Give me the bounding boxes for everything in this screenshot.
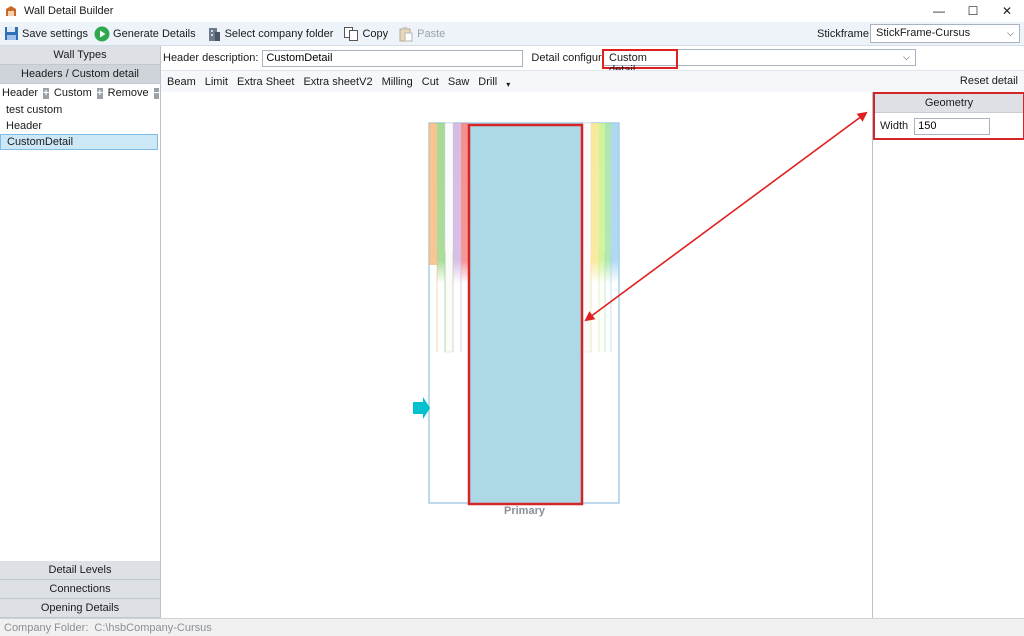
menu-item-extra-sheetv2[interactable]: Extra sheetV2 [303, 76, 372, 88]
layer-sheet [437, 123, 445, 352]
side-arrow-icon[interactable] [413, 397, 430, 419]
list-item[interactable]: test custom [0, 102, 160, 118]
menu-item-saw[interactable]: Saw [448, 76, 469, 88]
detail-levels-header[interactable]: Detail Levels [0, 561, 160, 580]
building-icon [206, 26, 222, 42]
connections-header[interactable]: Connections [0, 580, 160, 599]
remove-label: Remove [107, 87, 149, 99]
list-item-selected[interactable]: CustomDetail [0, 134, 158, 150]
layer-sheet [461, 123, 468, 352]
width-row: Width [875, 113, 1023, 139]
list-item-label: Header [6, 120, 43, 132]
layer-sheet [605, 123, 611, 352]
detail-configuration-value: Custom detail [602, 49, 678, 76]
menu-item-cut[interactable]: Cut [422, 76, 439, 88]
company-folder-path: C:\hsbCompany-Cursus [94, 621, 212, 634]
play-icon [94, 26, 110, 42]
close-button[interactable]: ✕ [990, 0, 1024, 22]
maximize-button[interactable]: ☐ [956, 0, 990, 22]
generate-details-label: Generate Details [113, 27, 196, 40]
header-label: Header [2, 87, 39, 99]
layer-sheet [453, 123, 461, 352]
company-folder-label: Company Folder: [4, 621, 89, 634]
list-item-label: CustomDetail [7, 136, 74, 148]
width-label: Width [880, 120, 909, 132]
header-config-row: Header description: Detail configuration… [161, 46, 1024, 76]
detail-menu-bar: Beam Limit Extra Sheet Extra sheetV2 Mil… [161, 70, 1024, 92]
layer-sheet [429, 123, 437, 352]
layer-sheet [444, 122, 454, 353]
floppy-disk-icon [3, 26, 19, 42]
copy-icon [343, 26, 359, 42]
paste-label: Paste [417, 27, 446, 40]
copy-label: Copy [362, 27, 389, 40]
menu-item-milling[interactable]: Milling [382, 76, 413, 88]
headers-custom-detail-header[interactable]: Headers / Custom detail [0, 65, 160, 84]
add-header-plus-icon[interactable]: + [43, 87, 49, 99]
stickframe-dropdown[interactable]: StickFrame-Cursus ⌵ [870, 24, 1020, 43]
primary-label: Primary [504, 505, 545, 517]
layer-sheet [599, 123, 605, 352]
layer-sheet [591, 123, 599, 352]
menu-item-drill[interactable]: Drill [478, 76, 497, 88]
header-description-input[interactable] [262, 49, 524, 67]
overflow-chevron-icon[interactable]: ▾ [506, 80, 510, 89]
header-description-label: Header description: [163, 52, 259, 64]
select-company-folder-label: Select company folder [224, 27, 334, 40]
wall-types-header[interactable]: Wall Types [0, 46, 160, 65]
primary-beam[interactable] [467, 123, 584, 506]
remove-minus-icon[interactable]: − [153, 87, 160, 99]
main-toolbar: Save settings Generate Details Select co… [0, 22, 1024, 46]
generate-details-button[interactable]: Generate Details [91, 22, 199, 46]
geometry-title: Geometry [875, 94, 1023, 113]
paste-icon [398, 26, 414, 42]
copy-button[interactable]: Copy [340, 22, 391, 46]
chevron-down-icon: ⌵ [1007, 28, 1014, 38]
detail-drawing [413, 122, 620, 506]
chevron-down-icon: ⌵ [903, 52, 910, 62]
window-title: Wall Detail Builder [24, 5, 114, 17]
list-item-label: test custom [6, 104, 63, 116]
menu-item-beam[interactable]: Beam [167, 76, 196, 88]
list-item[interactable]: Header [0, 118, 160, 134]
reset-detail-button[interactable]: Reset detail [960, 75, 1018, 87]
status-bar: Company Folder: C:\hsbCompany-Cursus [0, 618, 1024, 636]
geometry-group: Geometry Width [873, 92, 1024, 140]
stickframe-value: StickFrame-Cursus [876, 27, 971, 39]
custom-label: Custom [53, 87, 92, 99]
detail-canvas[interactable] [161, 92, 872, 618]
list-toolbar: Header + Custom + Remove − [0, 84, 160, 102]
stickframe-label: Stickframe: [817, 28, 873, 40]
properties-panel: Geometry Width [872, 92, 1024, 618]
opening-details-header[interactable]: Opening Details [0, 599, 160, 618]
select-company-folder-button[interactable]: Select company folder [203, 22, 337, 46]
paste-button[interactable]: Paste [395, 22, 448, 46]
title-bar: Wall Detail Builder — ☐ ✕ [0, 0, 1024, 22]
width-input[interactable] [914, 117, 991, 135]
sidebar: Wall Types Headers / Custom detail Heade… [0, 46, 161, 618]
save-settings-label: Save settings [22, 27, 89, 40]
save-settings-button[interactable]: Save settings [0, 22, 91, 46]
layer-sheet [582, 122, 592, 353]
minimize-button[interactable]: — [922, 0, 956, 22]
layer-sheet [611, 123, 619, 352]
menu-item-limit[interactable]: Limit [205, 76, 228, 88]
app-icon [6, 6, 16, 16]
menu-item-extra-sheet[interactable]: Extra Sheet [237, 76, 294, 88]
add-custom-plus-icon[interactable]: + [96, 87, 103, 99]
